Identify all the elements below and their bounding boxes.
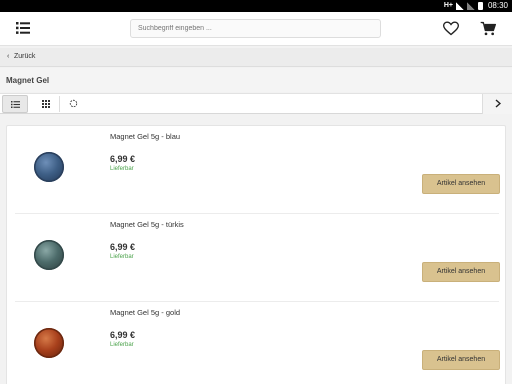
- product-name[interactable]: Magnet Gel 5g - türkis: [110, 220, 184, 229]
- product-thumbnail[interactable]: [34, 328, 64, 358]
- status-indicators: H+ 08:30: [444, 1, 508, 10]
- search-input[interactable]: [130, 19, 381, 38]
- app-header: [0, 12, 512, 46]
- wishlist-heart-icon[interactable]: [442, 21, 460, 36]
- product-stock-status: Lieferbar: [110, 254, 134, 260]
- view-article-button[interactable]: Artikel ansehen: [422, 174, 500, 194]
- product-name[interactable]: Magnet Gel 5g - blau: [110, 132, 180, 141]
- clock: 08:30: [487, 1, 508, 10]
- next-page-button[interactable]: [482, 94, 512, 114]
- grid-view-icon: [42, 95, 50, 113]
- product-stock-status: Lieferbar: [110, 166, 134, 172]
- page-title: Magnet Gel: [6, 76, 50, 85]
- chevron-right-icon: [495, 95, 501, 113]
- product-item[interactable]: Magnet Gel 5g - blau 6,99 € Lieferbar Ar…: [7, 126, 505, 214]
- product-name[interactable]: Magnet Gel 5g - gold: [110, 308, 180, 317]
- view-article-button[interactable]: Artikel ansehen: [422, 262, 500, 282]
- status-bar: H+ 08:30: [0, 0, 512, 12]
- refresh-button[interactable]: [60, 94, 86, 114]
- network-type: H+: [443, 2, 453, 9]
- menu-icon[interactable]: [16, 22, 30, 34]
- chevron-left-icon: ‹: [7, 53, 10, 60]
- refresh-icon: [69, 95, 78, 113]
- signal-secondary-icon: [466, 1, 475, 10]
- product-thumbnail[interactable]: [34, 240, 64, 270]
- product-item[interactable]: Magnet Gel 5g - türkis 6,99 € Lieferbar …: [7, 214, 505, 302]
- battery-icon: [477, 1, 483, 10]
- product-stock-status: Lieferbar: [110, 342, 134, 348]
- product-price: 6,99 €: [110, 154, 136, 164]
- cart-icon[interactable]: [480, 21, 496, 36]
- view-toolbar: [0, 93, 512, 114]
- category-title-bar: Magnet Gel: [0, 68, 512, 92]
- product-thumbnail[interactable]: [34, 152, 64, 182]
- back-label: Zurück: [14, 53, 36, 60]
- back-link[interactable]: ‹ Zurück: [0, 48, 512, 67]
- grid-view-button[interactable]: [33, 94, 59, 114]
- view-article-button[interactable]: Artikel ansehen: [422, 350, 500, 370]
- signal-icon: [455, 1, 464, 10]
- product-price: 6,99 €: [110, 330, 136, 340]
- product-price: 6,99 €: [110, 242, 136, 252]
- list-view-icon: [10, 95, 20, 113]
- list-view-button[interactable]: [2, 95, 28, 113]
- product-item[interactable]: Magnet Gel 5g - gold 6,99 € Lieferbar Ar…: [7, 302, 505, 384]
- product-list: Magnet Gel 5g - blau 6,99 € Lieferbar Ar…: [6, 125, 506, 384]
